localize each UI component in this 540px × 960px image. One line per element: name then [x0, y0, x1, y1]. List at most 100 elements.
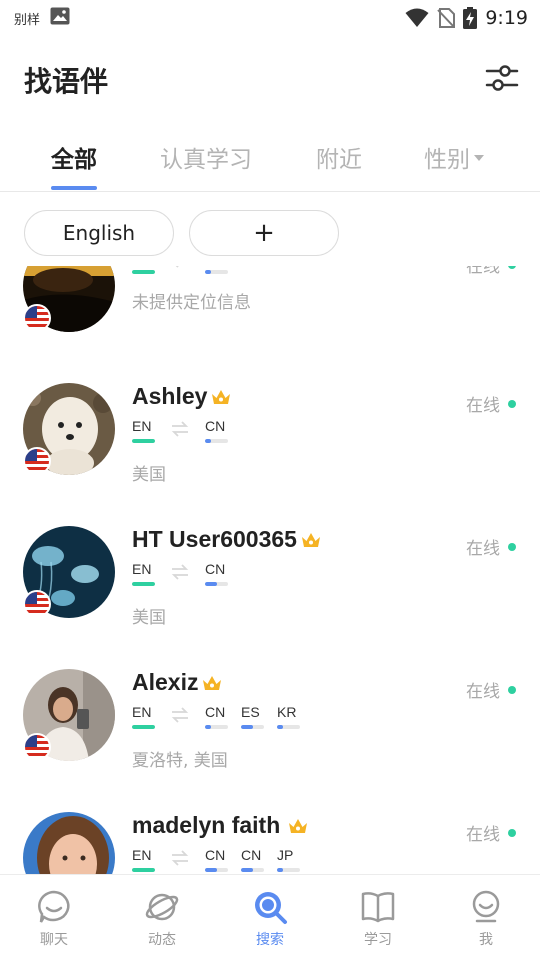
nav-label: 聊天: [40, 932, 68, 948]
user-card[interactable]: Alexiz EN CN ES KR 夏洛特, 美国 在线: [0, 669, 540, 812]
nav-label: 搜索: [256, 932, 284, 948]
chat-bubble-icon: [36, 889, 72, 925]
swap-arrows-icon: [170, 421, 190, 437]
tab-gender[interactable]: 性别: [424, 140, 484, 174]
tab-nearby[interactable]: 附近: [316, 140, 362, 174]
app-header: 找语伴: [0, 48, 540, 108]
learning-language-code: CN: [205, 847, 226, 863]
dropdown-caret-icon: [474, 154, 484, 161]
book-icon: [360, 889, 396, 925]
plus-icon: +: [253, 218, 275, 248]
online-dot: [508, 828, 516, 837]
nav-learn[interactable]: 学习: [338, 889, 418, 955]
avatar-photo: [23, 812, 115, 874]
user-card[interactable]: madelyn faith EN CN CN JP 在线: [0, 812, 540, 874]
learning-language-code: ES: [241, 704, 260, 720]
learning-language-code: KR: [277, 704, 297, 720]
user-avatar[interactable]: [23, 383, 115, 475]
filter-settings-button[interactable]: [484, 60, 520, 96]
filter-tabs: 全部 认真学习 附近 性别: [0, 130, 540, 192]
language-filter-chips: English +: [0, 210, 540, 256]
us-flag-icon: [23, 447, 51, 475]
online-status: 在线: [466, 391, 516, 416]
online-dot: [508, 685, 516, 694]
learning-level-bar: [277, 868, 300, 872]
user-avatar[interactable]: [23, 812, 115, 874]
learning-level-bar: [205, 270, 228, 274]
planet-icon: [144, 889, 180, 925]
user-location: 夏洛特, 美国: [132, 751, 228, 771]
vip-crown-icon: [201, 673, 223, 693]
nav-search[interactable]: 搜索: [230, 889, 310, 955]
user-location: 美国: [132, 465, 166, 485]
user-card[interactable]: EN CN 未提供定位信息 在线: [0, 266, 540, 383]
user-avatar[interactable]: [23, 266, 115, 332]
wifi-icon: [405, 8, 429, 28]
user-location: 未提供定位信息: [132, 293, 251, 313]
native-level-bar: [132, 439, 155, 443]
user-card[interactable]: HT User600365 EN CN 美国 在线: [0, 526, 540, 669]
user-avatar[interactable]: [23, 669, 115, 761]
online-dot: [508, 399, 516, 408]
vip-crown-icon: [210, 387, 232, 407]
user-name: HT User600365: [132, 526, 322, 553]
user-location: 美国: [132, 608, 166, 628]
user-avatar[interactable]: [23, 526, 115, 618]
page-title: 找语伴: [24, 65, 109, 98]
user-name: madelyn faith: [132, 812, 309, 839]
user-name: Ashley: [132, 383, 232, 410]
us-flag-icon: [23, 733, 51, 761]
native-level-bar: [132, 582, 155, 586]
gallery-notification-icon: [50, 7, 70, 29]
nav-label: 我: [479, 932, 493, 948]
swap-arrows-icon: [170, 266, 190, 268]
learning-level-bar: [241, 725, 264, 729]
battery-charging-icon: [463, 7, 478, 29]
online-status: 在线: [466, 677, 516, 702]
native-level-bar: [132, 725, 155, 729]
online-status: 在线: [466, 820, 516, 845]
bottom-navigation: 聊天 动态 搜索 学习 我: [0, 874, 540, 960]
native-level-bar: [132, 270, 155, 274]
learning-level-bar: [205, 868, 228, 872]
vip-crown-icon: [300, 530, 322, 550]
tab-all[interactable]: 全部: [51, 140, 97, 174]
native-language-code: EN: [132, 561, 152, 577]
tab-serious-learning[interactable]: 认真学习: [160, 140, 252, 174]
learning-language-code: CN: [205, 418, 226, 434]
online-dot: [508, 542, 516, 551]
language-chip-english[interactable]: English: [24, 210, 174, 256]
nav-label: 学习: [364, 932, 392, 948]
user-name: Alexiz: [132, 669, 223, 696]
nav-me[interactable]: 我: [446, 889, 526, 955]
swap-arrows-icon: [170, 850, 190, 866]
status-app-label: 别样: [14, 12, 41, 28]
user-card[interactable]: Ashley EN CN 美国 在线: [0, 383, 540, 526]
native-language-code: EN: [132, 704, 152, 720]
search-icon: [252, 889, 288, 925]
learning-language-code: JP: [277, 847, 294, 863]
clock-time: 9:19: [485, 7, 528, 29]
learning-language-code: CN: [205, 561, 226, 577]
nav-chat[interactable]: 聊天: [14, 889, 94, 955]
no-sim-icon: [437, 8, 456, 28]
online-dot: [508, 266, 516, 269]
learning-level-bar: [205, 582, 228, 586]
native-level-bar: [132, 868, 155, 872]
learning-language-code: CN: [205, 704, 226, 720]
native-language-code: EN: [132, 847, 152, 863]
vip-crown-icon: [287, 816, 309, 836]
profile-face-icon: [468, 889, 504, 925]
learning-language-code: CN: [241, 847, 262, 863]
us-flag-icon: [23, 590, 51, 618]
nav-moments[interactable]: 动态: [122, 889, 202, 955]
add-language-button[interactable]: +: [189, 210, 339, 256]
swap-arrows-icon: [170, 564, 190, 580]
user-list: EN CN 未提供定位信息 在线 Ashley EN CN 美国 在线: [0, 266, 540, 874]
sliders-filter-icon: [484, 65, 520, 100]
status-bar: 别样 9:19: [0, 0, 540, 36]
native-language-code: EN: [132, 418, 152, 434]
active-tab-indicator: [51, 186, 97, 190]
learning-level-bar: [205, 439, 228, 443]
learning-level-bar: [277, 725, 300, 729]
